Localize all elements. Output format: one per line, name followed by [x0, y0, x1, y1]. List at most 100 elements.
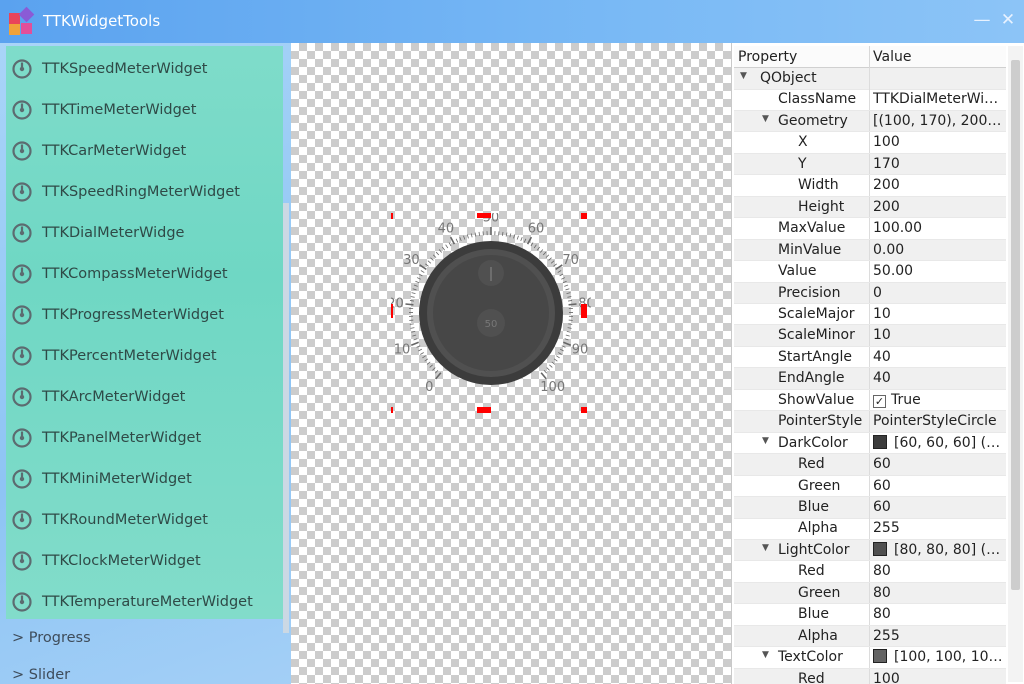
sidebar-item[interactable]: TTKProgressMeterWidget: [6, 294, 283, 335]
property-row[interactable]: MaxValue 100.00: [734, 218, 1006, 240]
property-row[interactable]: Y 170: [734, 153, 1006, 176]
property-row[interactable]: ScaleMajor 10: [734, 303, 1006, 326]
property-value[interactable]: [(100, 170), 200 x 200]: [873, 113, 1005, 129]
property-value[interactable]: 0.00: [873, 242, 1005, 258]
expand-arrow-icon[interactable]: ▼: [762, 543, 769, 553]
expand-arrow-icon[interactable]: ▼: [762, 436, 769, 446]
property-value[interactable]: 40: [873, 349, 1005, 365]
property-row[interactable]: ▼ LightColor [80, 80, 80] (255): [734, 539, 1006, 562]
minimize-icon[interactable]: —: [970, 8, 994, 32]
property-row[interactable]: Precision 0: [734, 282, 1006, 304]
checkbox-icon[interactable]: ✓: [873, 394, 886, 408]
property-value[interactable]: 100.00: [873, 220, 1005, 236]
expand-arrow-icon[interactable]: ▼: [762, 114, 769, 124]
property-row[interactable]: EndAngle 40: [734, 368, 1006, 390]
scale-tick: [424, 358, 429, 362]
property-value[interactable]: [100, 100, 100] (255): [873, 649, 1005, 665]
selection-handle[interactable]: [391, 213, 393, 219]
close-icon[interactable]: ✕: [996, 8, 1020, 32]
property-value[interactable]: 255: [873, 628, 1005, 644]
scrollbar-thumb[interactable]: [1011, 60, 1020, 590]
sidebar-item[interactable]: TTKClockMeterWidget: [6, 540, 283, 581]
expand-arrow-icon[interactable]: ▼: [762, 650, 769, 660]
sidebar-item[interactable]: TTKSpeedMeterWidget: [6, 48, 283, 89]
property-row[interactable]: MinValue 0.00: [734, 239, 1006, 262]
preview-canvas[interactable]: 0 10 20 30 40 50 60 70 80 90 100 50: [291, 43, 731, 684]
value-column-header[interactable]: Value: [873, 49, 911, 65]
sidebar-item[interactable]: TTKCompassMeterWidget: [6, 253, 283, 294]
sidebar-item[interactable]: TTKMiniMeterWidget: [6, 458, 283, 499]
property-value[interactable]: 40: [873, 370, 1005, 386]
property-value[interactable]: 50.00: [873, 263, 1005, 279]
property-row[interactable]: Green 80: [734, 582, 1006, 605]
property-row[interactable]: ▼ QObject: [734, 68, 1006, 90]
sidebar-scrollbar[interactable]: [283, 203, 289, 633]
sidebar-item[interactable]: TTKCarMeterWidget: [6, 130, 283, 171]
property-row[interactable]: ▼ TextColor [100, 100, 100] (255): [734, 647, 1006, 669]
property-value[interactable]: PointerStyleCircle: [873, 413, 1005, 429]
property-row[interactable]: Red 100: [734, 668, 1006, 684]
property-value[interactable]: 0: [873, 285, 1005, 301]
property-row[interactable]: StartAngle 40: [734, 346, 1006, 369]
selection-handle[interactable]: [391, 304, 393, 318]
property-scrollbar[interactable]: [1008, 46, 1023, 682]
property-value[interactable]: 60: [873, 499, 1005, 515]
scale-tick: [405, 303, 414, 306]
property-row[interactable]: Alpha 255: [734, 625, 1006, 648]
property-value[interactable]: 170: [873, 156, 1005, 172]
property-row[interactable]: Red 80: [734, 561, 1006, 583]
property-row[interactable]: Value 50.00: [734, 261, 1006, 283]
property-row[interactable]: ScaleMinor 10: [734, 325, 1006, 347]
sidebar-item[interactable]: TTKTemperatureMeterWidget: [6, 581, 283, 622]
property-value[interactable]: 200: [873, 177, 1005, 193]
property-value[interactable]: 255: [873, 520, 1005, 536]
selection-handle[interactable]: [581, 407, 587, 413]
sidebar-item[interactable]: TTKTimeMeterWidget: [6, 89, 283, 130]
selection-handle[interactable]: [391, 407, 393, 413]
sidebar-item[interactable]: TTKPercentMeterWidget: [6, 335, 283, 376]
property-value[interactable]: 80: [873, 563, 1005, 579]
sidebar-item[interactable]: TTKPanelMeterWidget: [6, 417, 283, 458]
property-value[interactable]: 80: [873, 606, 1005, 622]
property-row[interactable]: PointerStyle PointerStyleCircle: [734, 411, 1006, 433]
property-column-header[interactable]: Property: [738, 49, 797, 65]
property-row[interactable]: ▼ DarkColor [60, 60, 60] (255): [734, 432, 1006, 455]
selection-handle[interactable]: [581, 213, 587, 219]
property-value[interactable]: 60: [873, 478, 1005, 494]
property-row[interactable]: ClassName TTKDialMeterWidget: [734, 89, 1006, 111]
property-row[interactable]: Red 60: [734, 454, 1006, 476]
property-row[interactable]: Height 200: [734, 196, 1006, 219]
property-value[interactable]: 10: [873, 306, 1005, 322]
sidebar-item[interactable]: TTKDialMeterWidge: [6, 212, 283, 253]
property-row[interactable]: Blue 80: [734, 604, 1006, 626]
selection-handle[interactable]: [477, 407, 491, 413]
property-value[interactable]: [60, 60, 60] (255): [873, 434, 1005, 451]
selection-handle[interactable]: [581, 304, 587, 318]
property-row[interactable]: Width 200: [734, 175, 1006, 197]
property-row[interactable]: ShowValue ✓ True: [734, 389, 1006, 412]
property-value[interactable]: ✓ True: [873, 392, 1005, 408]
dial-meter-widget[interactable]: 010203040506070809010050: [391, 213, 591, 413]
property-value[interactable]: 100: [873, 671, 1005, 684]
property-value[interactable]: 100: [873, 134, 1005, 150]
expand-arrow-icon[interactable]: ▼: [740, 71, 747, 81]
property-value[interactable]: 200: [873, 199, 1005, 215]
property-row[interactable]: Green 60: [734, 475, 1006, 498]
property-row[interactable]: Blue 60: [734, 497, 1006, 519]
sidebar-item[interactable]: TTKArcMeterWidget: [6, 376, 283, 417]
selection-handle[interactable]: [477, 213, 491, 218]
sidebar-item[interactable]: TTKSpeedRingMeterWidget: [6, 171, 283, 212]
property-value[interactable]: 60: [873, 456, 1005, 472]
property-row[interactable]: Alpha 255: [734, 518, 1006, 540]
property-row[interactable]: X 100: [734, 132, 1006, 154]
sidebar-item[interactable]: TTKRoundMeterWidget: [6, 499, 283, 540]
property-value[interactable]: TTKDialMeterWidget: [873, 91, 1005, 107]
scale-tick: [425, 263, 429, 267]
property-row[interactable]: ▼ Geometry [(100, 170), 200 x 200]: [734, 110, 1006, 133]
sidebar-group[interactable]: > Slider: [12, 667, 70, 683]
property-value-text: 60: [873, 499, 891, 515]
property-value[interactable]: 10: [873, 327, 1005, 343]
property-value[interactable]: [80, 80, 80] (255): [873, 541, 1005, 558]
property-value[interactable]: 80: [873, 585, 1005, 601]
sidebar-group[interactable]: > Progress: [12, 630, 91, 646]
